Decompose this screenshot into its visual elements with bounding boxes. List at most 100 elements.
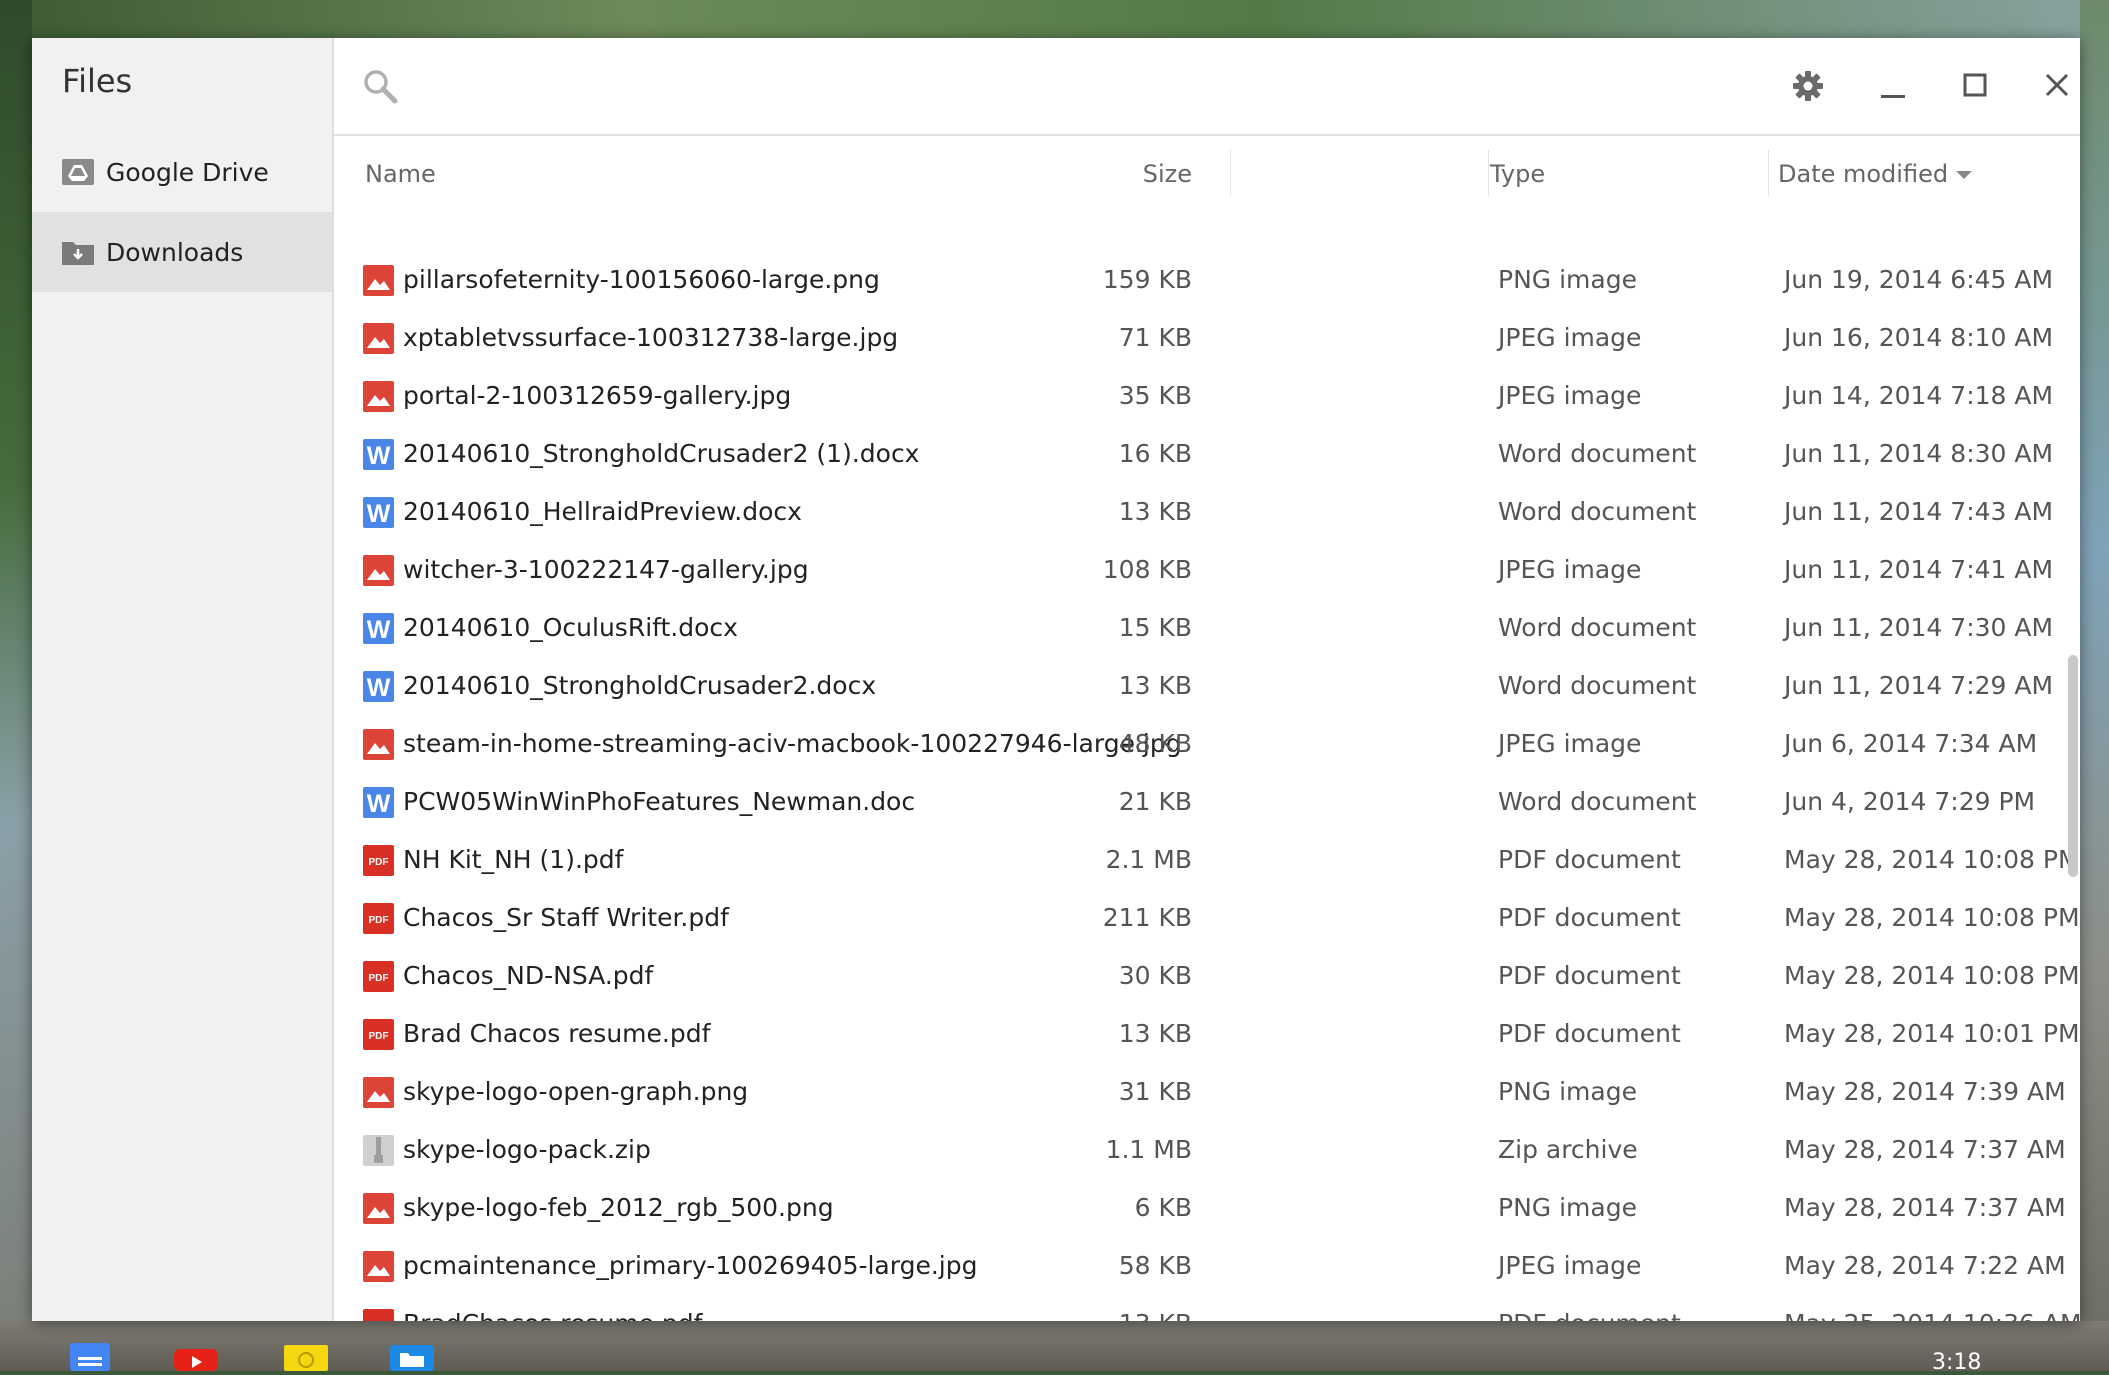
table-row[interactable]: W PCW05WinWinPhoFeatures_Newman.doc 21 KB W… [334, 774, 2080, 832]
table-row[interactable]: xptabletvssurface-100312738-large.jpg 71 … [334, 310, 2080, 368]
search-icon[interactable] [362, 68, 398, 104]
maximize-icon[interactable] [1960, 70, 1990, 100]
file-type: Word document [1498, 439, 1697, 468]
file-name: 20140610_OculusRift.docx [403, 613, 738, 642]
image-file-icon [363, 323, 394, 354]
file-name: Brad Chacos resume.pdf [403, 1019, 711, 1048]
wallpaper-left [0, 0, 32, 1371]
wallpaper-right [2080, 0, 2109, 1371]
file-size: 31 KB [1118, 1077, 1192, 1106]
file-type: Word document [1498, 787, 1697, 816]
file-name: 20140610_StrongholdCrusader2.docx [403, 671, 877, 700]
table-row[interactable]: W 20140610_StrongholdCrusader2 (1).docx 16… [334, 426, 2080, 484]
file-size: 35 KB [1118, 381, 1192, 410]
table-row[interactable]: pcmaintenance_primary-100269405-large.jp… [334, 1238, 2080, 1296]
table-row[interactable]: steam-in-home-streaming-aciv-macbook-100… [334, 716, 2080, 774]
toolbar [334, 38, 2080, 136]
pdf-file-icon: PDF [363, 903, 394, 934]
word-document-icon: W [363, 439, 394, 470]
svg-text:PDF: PDF [369, 973, 389, 984]
close-icon[interactable] [2042, 70, 2072, 100]
youtube-icon[interactable] [174, 1349, 218, 1371]
file-size: 30 KB [1118, 961, 1192, 990]
file-name: witcher-3-100222147-gallery.jpg [403, 555, 809, 584]
word-document-icon: W [363, 671, 394, 702]
column-divider[interactable] [1488, 150, 1489, 196]
table-row[interactable]: PDF Chacos_Sr Staff Writer.pdf 211 KB PDF d… [334, 890, 2080, 948]
keep-icon[interactable] [284, 1345, 328, 1371]
file-size: 16 KB [1118, 439, 1192, 468]
file-name: BradChacos resume.pdf [403, 1309, 702, 1321]
file-type: JPEG image [1498, 729, 1642, 758]
pdf-file-icon: PDF [363, 845, 394, 876]
table-row[interactable]: W 20140610_StrongholdCrusader2.docx 13 KB W… [334, 658, 2080, 716]
file-size: 48 KB [1118, 729, 1192, 758]
file-size: 13 KB [1118, 671, 1192, 700]
file-type: Zip archive [1498, 1135, 1638, 1164]
file-date-modified: Jun 19, 2014 6:45 AM [1784, 265, 2054, 294]
image-file-icon [363, 1193, 394, 1224]
table-row[interactable]: pillarsofeternity-100156060-large.png 159… [334, 252, 2080, 310]
table-row[interactable]: portal-2-100312659-gallery.jpg 35 KB JPEG … [334, 368, 2080, 426]
table-row[interactable]: witcher-3-100222147-gallery.jpg 108 KB JPE… [334, 542, 2080, 600]
image-file-icon [363, 381, 394, 412]
file-type: PNG image [1498, 265, 1637, 294]
table-row[interactable]: PDF Brad Chacos resume.pdf 13 KB PDF docume… [334, 1006, 2080, 1064]
scrollbar[interactable] [2068, 655, 2078, 877]
svg-text:W: W [367, 616, 391, 644]
column-header-date[interactable]: Date modified [1778, 160, 1973, 188]
pdf-file-icon: PDF [363, 1019, 394, 1050]
column-divider[interactable] [1230, 150, 1231, 196]
file-type: PDF document [1498, 1309, 1681, 1321]
docs-icon[interactable] [68, 1343, 112, 1371]
column-divider[interactable] [1768, 150, 1769, 196]
table-row[interactable]: PDF Chacos_ND-NSA.pdf 30 KB PDF document May… [334, 948, 2080, 1006]
file-size: 108 KB [1102, 555, 1192, 584]
word-document-icon: W [363, 613, 394, 644]
shelf-clock[interactable]: 3:18 [1932, 1350, 1981, 1375]
svg-text:W: W [367, 442, 391, 470]
svg-text:W: W [367, 674, 391, 702]
column-header-type[interactable]: Type [1490, 160, 1545, 188]
file-type: JPEG image [1498, 323, 1642, 352]
file-date-modified: Jun 14, 2014 7:18 AM [1784, 381, 2054, 410]
file-size: 13 KB [1118, 1019, 1192, 1048]
table-row[interactable]: PDF NH Kit_NH (1).pdf 2.1 MB PDF document Ma… [334, 832, 2080, 890]
file-size: 13 KB [1118, 497, 1192, 526]
file-date-modified: May 28, 2014 7:37 AM [1784, 1135, 2066, 1164]
file-type: PNG image [1498, 1193, 1637, 1222]
pdf-file-icon: PDF [363, 1309, 394, 1321]
table-row[interactable]: W 20140610_OculusRift.docx 15 KB Word docum… [334, 600, 2080, 658]
downloads-folder-icon [62, 242, 94, 265]
table-row[interactable]: skype-logo-open-graph.png 31 KB PNG image M… [334, 1064, 2080, 1122]
pdf-file-icon: PDF [363, 961, 394, 992]
sidebar-item-label: Downloads [106, 237, 244, 267]
minimize-icon[interactable] [1878, 70, 1908, 102]
column-header-size[interactable]: Size [1143, 160, 1192, 188]
sidebar-item-downloads[interactable]: Downloads [32, 212, 332, 292]
files-app-icon[interactable] [390, 1345, 434, 1371]
file-date-modified: May 25, 2014 10:36 AM [1784, 1309, 2080, 1321]
table-row[interactable]: W 20140610_HellraidPreview.docx 13 KB Word … [334, 484, 2080, 542]
file-size: 13 KB [1119, 1309, 1192, 1321]
image-file-icon [363, 555, 394, 586]
table-row[interactable]: skype-logo-pack.zip 1.1 MB Zip archive May … [334, 1122, 2080, 1180]
app-title: Files [62, 62, 133, 100]
file-name: Chacos_ND-NSA.pdf [403, 961, 654, 990]
file-name: 20140610_HellraidPreview.docx [403, 497, 802, 526]
file-date-modified: May 28, 2014 10:08 PM [1784, 903, 2080, 932]
sidebar-item-google-drive[interactable]: Google Drive [32, 132, 332, 212]
gear-icon[interactable] [1792, 70, 1824, 102]
table-row[interactable]: PDF BradChacos resume.pdf 13 KB PDF documen… [334, 1296, 2080, 1321]
file-size: 159 KB [1102, 265, 1192, 294]
file-size: 21 KB [1118, 787, 1192, 816]
sort-descending-icon [1956, 171, 1973, 179]
file-name: 20140610_StrongholdCrusader2 (1).docx [403, 439, 920, 468]
image-file-icon [363, 1077, 394, 1108]
table-row[interactable]: skype-logo-feb_2012_rgb_500.png 6 KB PNG i… [334, 1180, 2080, 1238]
wallpaper-top [0, 0, 2109, 38]
file-date-modified: Jun 11, 2014 7:29 AM [1784, 671, 2054, 700]
files-app-window: Files Google Drive Downloads Name Size T… [32, 38, 2080, 1321]
column-header-name[interactable]: Name [365, 160, 436, 188]
file-date-modified: Jun 11, 2014 7:41 AM [1784, 555, 2054, 584]
